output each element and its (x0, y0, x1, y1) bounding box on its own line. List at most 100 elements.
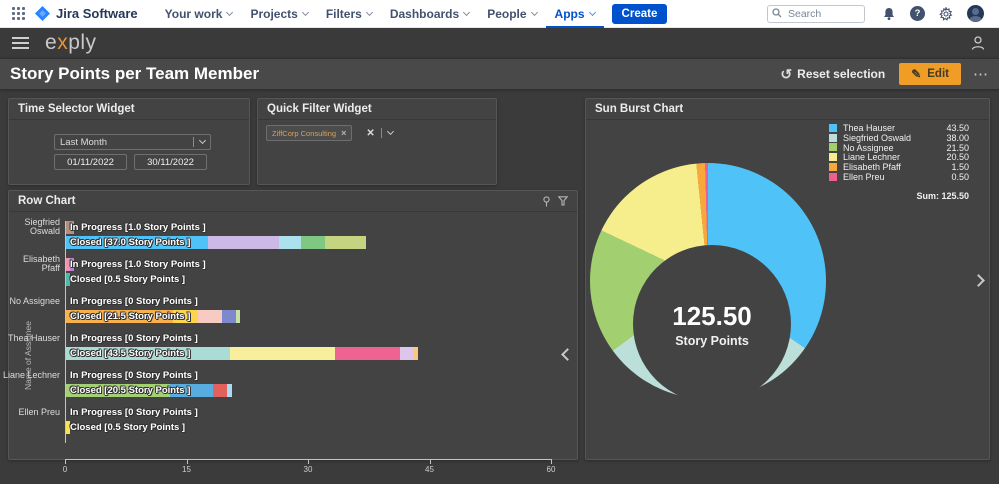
legend-value: 20.50 (946, 152, 969, 163)
legend-name: Elisabeth Pfaff (843, 162, 901, 173)
chip-remove-icon[interactable]: × (341, 128, 346, 138)
legend-row[interactable]: Ellen Preu 0.50 (829, 172, 969, 182)
bar-segment[interactable] (278, 236, 301, 249)
axis-tick (65, 460, 66, 464)
bar-label: In Progress [0 Story Points ] (70, 370, 198, 381)
row-bar: Siegfried Oswald In Progress [1.0 Story P… (24, 217, 552, 237)
row-group: Elisabeth Pfaff In Progress [1.0 Story Po… (23, 254, 552, 286)
row-group: Thea Hauser In Progress [0 Story Points ]… (8, 332, 552, 360)
bar-label: In Progress [1.0 Story Points ] (70, 259, 206, 270)
row-bar: Closed [37.0 Story Points ] (66, 236, 552, 249)
legend-row[interactable]: Elisabeth Pfaff 1.50 (829, 162, 969, 172)
legend-swatch (829, 133, 837, 142)
assignee-label: Siegfried Oswald (24, 216, 60, 237)
more-options-icon[interactable]: ⋯ (973, 65, 989, 83)
legend-row[interactable]: Liane Lechner 20.50 (829, 152, 969, 162)
bar-segment[interactable] (414, 347, 419, 360)
nav-menu-your-work[interactable]: Your work (156, 0, 242, 28)
row-bar: Closed [0.5 Story Points ] (66, 273, 552, 286)
row-bar: Ellen Preu In Progress [0 Story Points ] (18, 406, 552, 419)
assignee-label: Thea Hauser (7, 332, 60, 343)
nav-menu-label: Apps (554, 6, 585, 21)
row-bar: Closed [43.5 Story Points ] (66, 347, 552, 360)
legend-swatch (829, 143, 837, 152)
app-switcher-icon[interactable] (12, 7, 25, 20)
jira-logo-icon[interactable] (35, 6, 50, 21)
create-button[interactable]: Create (611, 3, 668, 24)
page-title: Story Points per Team Member (10, 64, 260, 83)
bar-segment[interactable] (325, 236, 366, 249)
row-group: Ellen Preu In Progress [0 Story Points ] C… (18, 406, 552, 434)
legend-value: 38.00 (946, 132, 969, 143)
nav-menu-apps[interactable]: Apps (546, 0, 604, 28)
date-from-field[interactable]: 01/11/2022 (54, 154, 127, 170)
time-range-select[interactable]: Last Month (54, 134, 211, 150)
user-profile-icon[interactable] (969, 34, 987, 52)
donut-center-label: Story Points (675, 333, 749, 348)
chevron-down-icon (301, 8, 309, 16)
bar-label: In Progress [0 Story Points ] (70, 407, 198, 418)
carousel-prev-icon[interactable] (561, 348, 574, 361)
bar-segment[interactable] (207, 236, 279, 249)
nav-menu-dashboards[interactable]: Dashboards (381, 0, 478, 28)
bar-segment[interactable] (221, 310, 237, 323)
dashboard-title-bar: Story Points per Team Member ↺ Reset sel… (0, 58, 999, 89)
hamburger-menu-icon[interactable] (12, 34, 29, 52)
legend-row[interactable]: No Assignee 21.50 (829, 143, 969, 153)
user-avatar[interactable] (967, 5, 984, 22)
legend-row[interactable]: Siegfried Oswald 38.00 (829, 133, 969, 143)
legend-swatch (829, 163, 837, 172)
legend-swatch (829, 153, 837, 162)
bar-segment[interactable] (230, 347, 336, 360)
chevron-down-icon (198, 136, 207, 145)
axis-tick-label: 45 (425, 465, 434, 474)
filter-chip[interactable]: ZiffCorp Consulting × (266, 125, 353, 141)
chevron-down-icon (226, 8, 234, 16)
donut-center-value: 125.50 (672, 300, 752, 331)
chevron-down-icon[interactable] (386, 127, 394, 136)
carousel-next-icon[interactable] (972, 274, 985, 287)
legend-name: Siegfried Oswald (843, 132, 912, 143)
undo-icon: ↺ (780, 65, 793, 82)
legend-swatch (829, 172, 837, 181)
legend-value: 0.50 (951, 171, 969, 182)
assignee-label: Elisabeth Pfaff (22, 253, 60, 274)
bar-segment[interactable] (400, 347, 415, 360)
nav-menu-projects[interactable]: Projects (241, 0, 316, 28)
pin-icon[interactable] (542, 195, 551, 207)
settings-gear-icon[interactable] (939, 6, 953, 21)
legend-value: 21.50 (946, 142, 969, 153)
clear-filter-icon[interactable]: ✕ (366, 128, 374, 139)
axis-tick-label: 15 (182, 465, 191, 474)
date-to-field[interactable]: 30/11/2022 (134, 154, 207, 170)
exply-logo[interactable]: exply (45, 31, 97, 55)
filter-funnel-icon[interactable] (558, 196, 568, 206)
nav-menu-people[interactable]: People (478, 0, 545, 28)
row-bar: Closed [20.5 Story Points ] (66, 384, 552, 397)
edit-button[interactable]: ✎ Edit (899, 63, 961, 85)
notifications-bell-icon[interactable] (882, 7, 896, 21)
nav-menu-label: People (487, 6, 527, 21)
chevron-down-icon (463, 8, 471, 16)
bar-segment[interactable] (236, 310, 241, 323)
bar-segment[interactable] (227, 384, 233, 397)
nav-menu-label: Filters (325, 6, 362, 21)
bar-segment[interactable] (300, 236, 326, 249)
donut-ring[interactable]: 125.50 Story Points (590, 163, 826, 403)
bar-segment[interactable] (212, 384, 228, 397)
nav-menu-label: Your work (164, 6, 223, 21)
reset-selection-button[interactable]: ↺ Reset selection (780, 66, 885, 83)
help-icon[interactable]: ? (910, 6, 925, 21)
row-group: No Assignee In Progress [0 Story Points ]… (9, 295, 552, 323)
nav-menu-filters[interactable]: Filters (317, 0, 381, 28)
bar-label: Closed [21.5 Story Points ] (70, 311, 191, 322)
assignee-label: Liane Lechner (2, 369, 60, 380)
legend-row[interactable]: Thea Hauser 43.50 (829, 123, 969, 133)
bar-label: Closed [0.5 Story Points ] (70, 422, 186, 433)
bar-segment[interactable] (335, 347, 401, 360)
bar-segment[interactable] (197, 310, 222, 323)
jira-brand-text: Jira Software (56, 6, 138, 21)
row-chart-plot-area: Name of Assignee Siegfried Oswald In Prog… (3, 212, 577, 474)
legend-value: 1.50 (951, 162, 969, 173)
time-selector-widget: Time Selector Widget Last Month 01/11/20… (8, 98, 250, 185)
